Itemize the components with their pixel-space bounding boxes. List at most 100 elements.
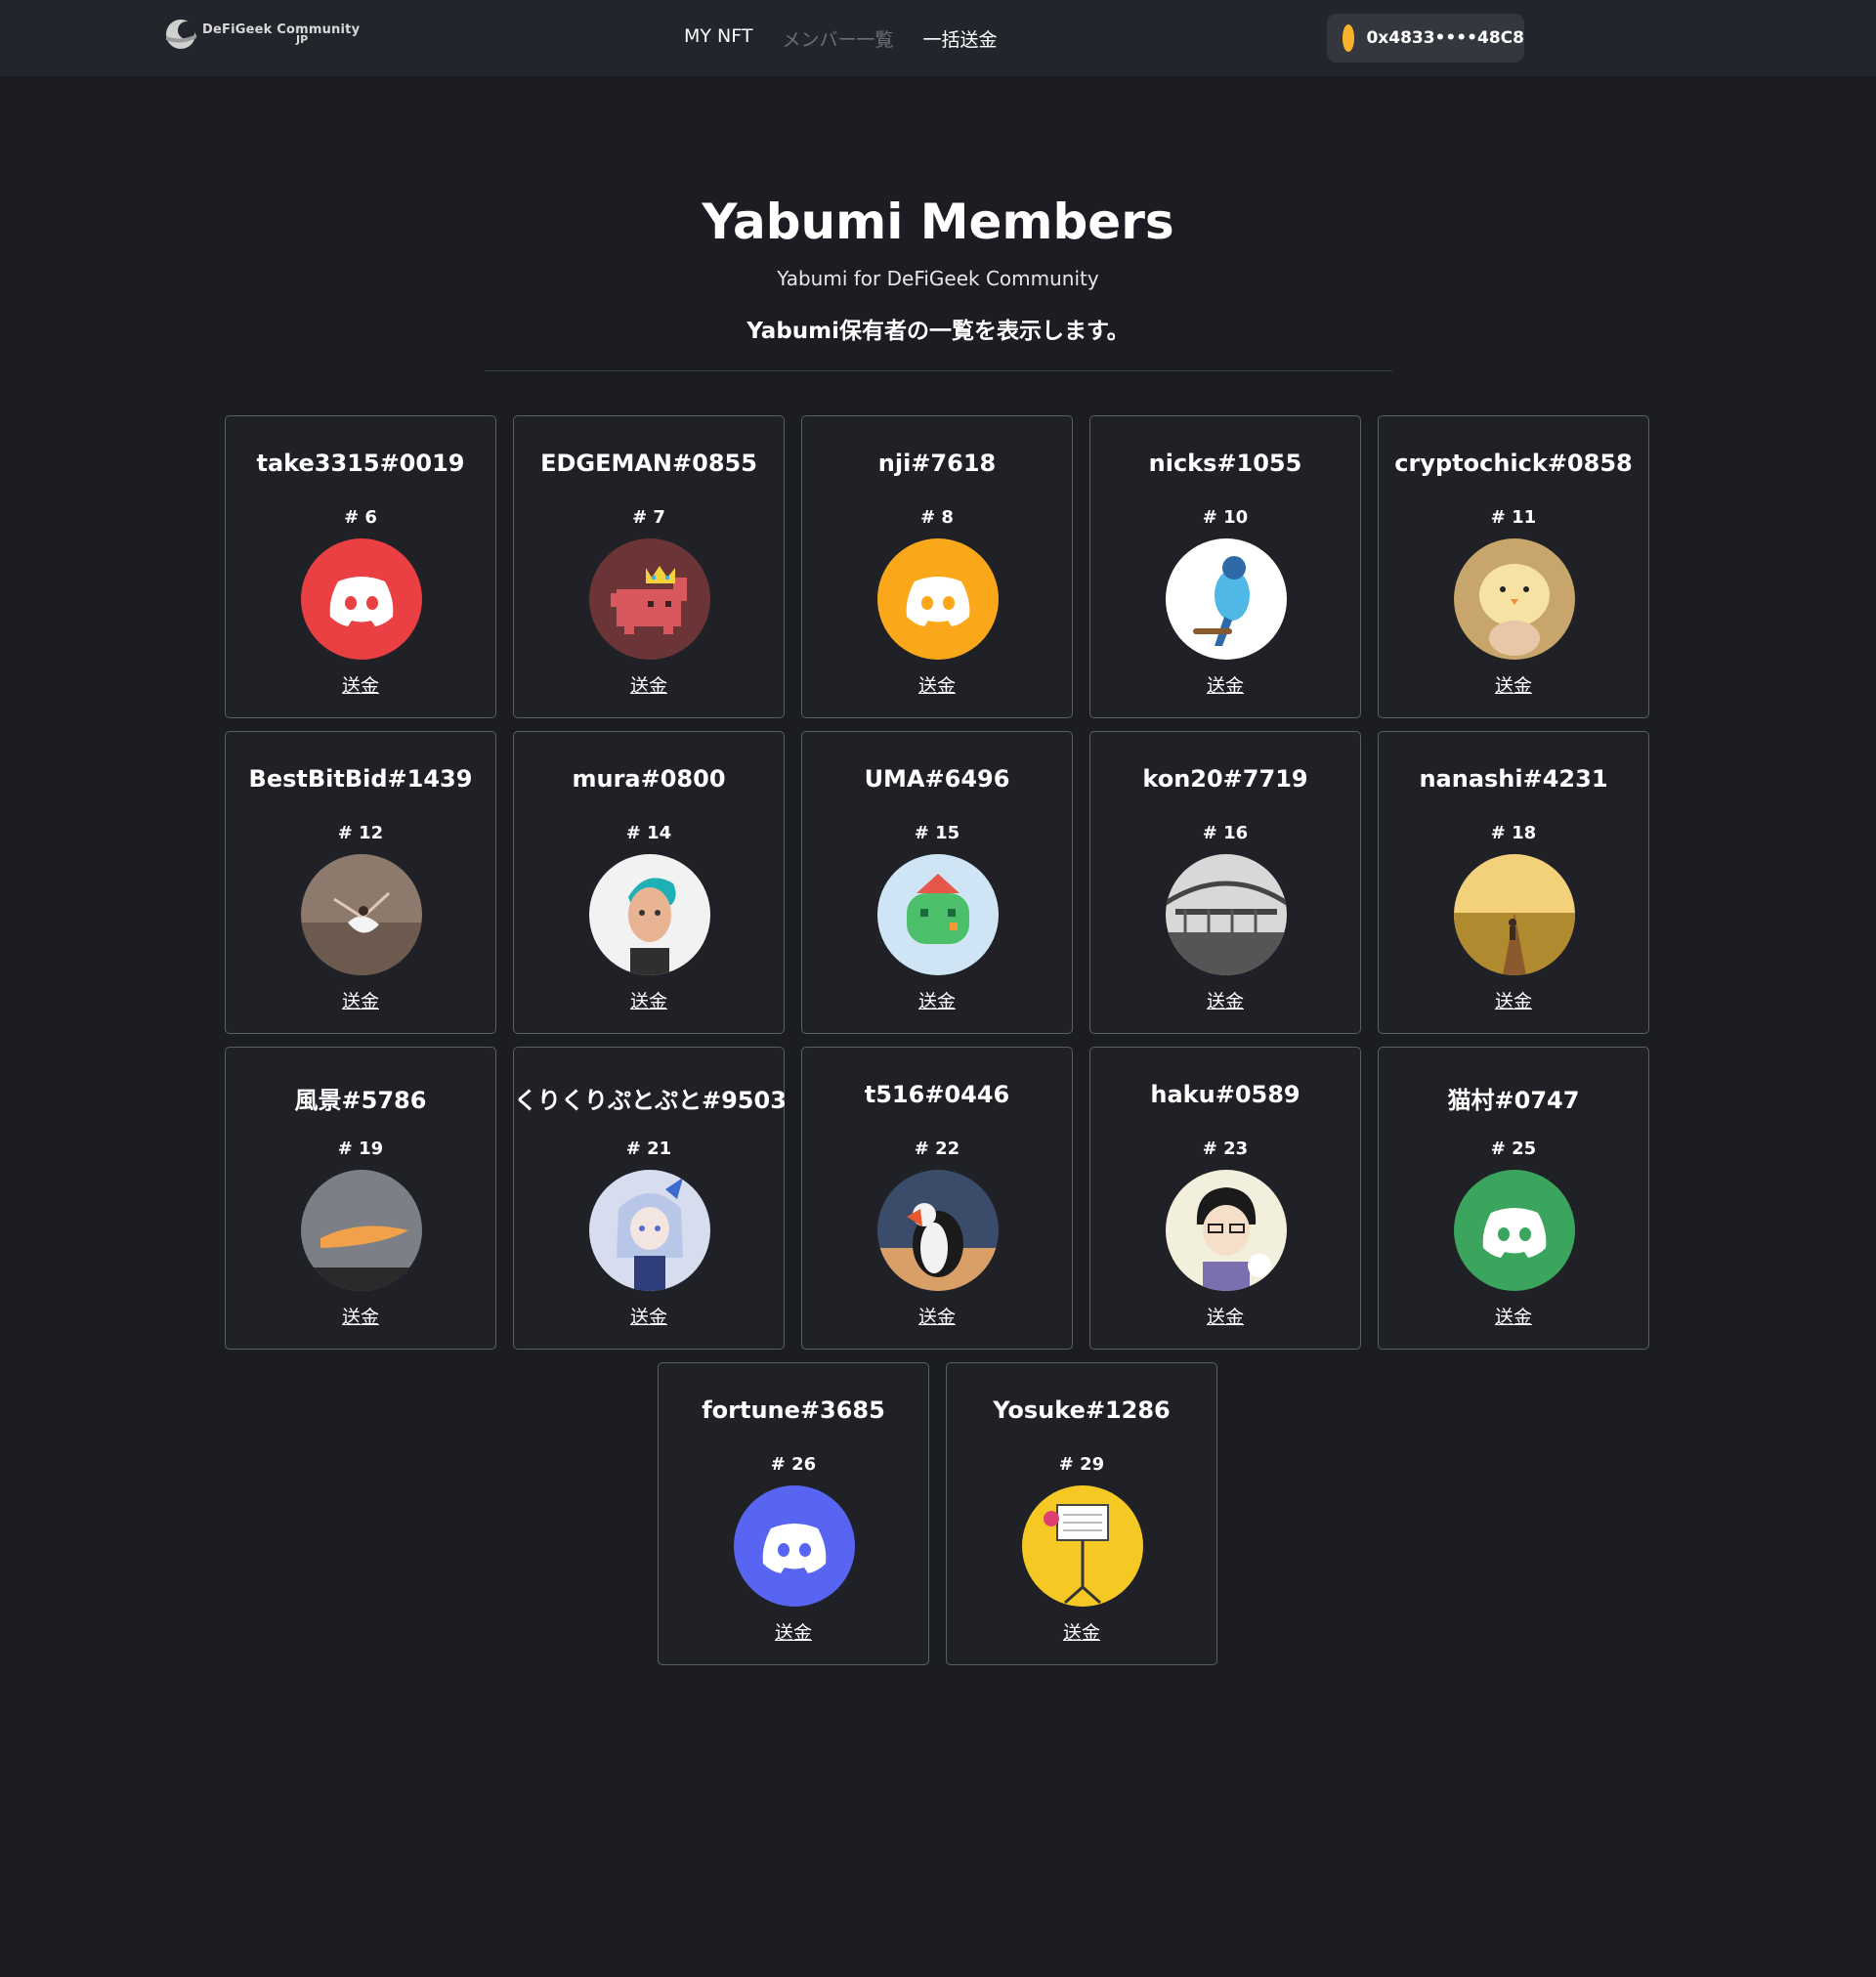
anime-boy-icon xyxy=(1166,1170,1287,1291)
member-card: kon20#7719 # 16 送金 xyxy=(1089,731,1361,1034)
send-link[interactable]: 送金 xyxy=(1379,671,1648,698)
send-link[interactable]: 送金 xyxy=(1379,1303,1648,1329)
member-card: mura#0800 # 14 送金 xyxy=(513,731,785,1034)
send-link[interactable]: 送金 xyxy=(659,1618,928,1645)
member-token-id: # 14 xyxy=(625,823,672,843)
member-token-id: # 8 xyxy=(920,507,954,528)
member-name: EDGEMAN#0855 xyxy=(540,450,757,477)
member-card: nicks#1055 # 10 送金 xyxy=(1089,415,1361,718)
member-avatar xyxy=(301,1170,422,1291)
member-card: fortune#3685 # 26 送金 xyxy=(658,1362,929,1665)
member-token-id: # 16 xyxy=(1202,823,1249,843)
member-name: Yosuke#1286 xyxy=(993,1397,1171,1424)
member-avatar xyxy=(1454,1170,1575,1291)
member-name: take3315#0019 xyxy=(256,450,465,477)
anime-girl-icon xyxy=(589,1170,710,1291)
member-card: t516#0446 # 22 送金 xyxy=(801,1047,1073,1350)
member-card: UMA#6496 # 15 送金 xyxy=(801,731,1073,1034)
member-token-id: # 29 xyxy=(1058,1454,1105,1475)
member-avatar xyxy=(1454,538,1575,660)
send-link[interactable]: 送金 xyxy=(226,987,495,1013)
member-card: nanashi#4231 # 18 送金 xyxy=(1378,731,1649,1034)
member-card: cryptochick#0858 # 11 送金 xyxy=(1378,415,1649,718)
member-token-id: # 26 xyxy=(770,1454,817,1475)
member-card: haku#0589 # 23 送金 xyxy=(1089,1047,1361,1350)
member-card: BestBitBid#1439 # 12 送金 xyxy=(225,731,496,1034)
member-token-id: # 10 xyxy=(1202,507,1249,528)
member-token-id: # 18 xyxy=(1490,823,1537,843)
send-link[interactable]: 送金 xyxy=(802,987,1072,1013)
member-avatar xyxy=(1022,1485,1143,1607)
discord-icon xyxy=(734,1485,855,1607)
member-card: 風景#5786 # 19 送金 xyxy=(225,1047,496,1350)
member-card: 猫村#0747 # 25 送金 xyxy=(1378,1047,1649,1350)
member-card: take3315#0019 # 6 送金 xyxy=(225,415,496,718)
discord-icon xyxy=(301,538,422,660)
discord-icon xyxy=(1454,1170,1575,1291)
member-name: haku#0589 xyxy=(1150,1081,1300,1108)
member-name: nanashi#4231 xyxy=(1419,765,1608,793)
send-link[interactable]: 送金 xyxy=(226,671,495,698)
member-name: fortune#3685 xyxy=(702,1397,885,1424)
parakeet-icon xyxy=(1166,538,1287,660)
member-avatar xyxy=(877,854,999,975)
member-name: nicks#1055 xyxy=(1148,450,1302,477)
send-link[interactable]: 送金 xyxy=(1090,671,1360,698)
3d-person-icon xyxy=(589,854,710,975)
member-avatar xyxy=(1166,854,1287,975)
member-token-id: # 19 xyxy=(337,1139,384,1159)
member-card: くりくりぷとぷと#9503 # 21 送金 xyxy=(513,1047,787,1350)
bridge-icon xyxy=(1166,854,1287,975)
member-avatar xyxy=(301,538,422,660)
member-card: EDGEMAN#0855 # 7 送金 xyxy=(513,415,785,718)
member-name: nji#7618 xyxy=(877,450,997,477)
member-avatar xyxy=(589,538,710,660)
member-token-id: # 6 xyxy=(344,507,377,528)
send-link[interactable]: 送金 xyxy=(514,987,784,1013)
send-link[interactable]: 送金 xyxy=(1379,987,1648,1013)
member-token-id: # 22 xyxy=(914,1139,960,1159)
send-link[interactable]: 送金 xyxy=(947,1618,1216,1645)
member-token-id: # 15 xyxy=(914,823,960,843)
send-link[interactable]: 送金 xyxy=(514,1303,784,1329)
member-avatar xyxy=(734,1485,855,1607)
member-name: くりくりぷとぷと#9503 xyxy=(514,1087,787,1114)
member-token-id: # 12 xyxy=(337,823,384,843)
pixel-cat-crown-icon xyxy=(589,538,710,660)
member-name: 風景#5786 xyxy=(294,1087,427,1114)
send-link[interactable]: 送金 xyxy=(802,671,1072,698)
member-name: mura#0800 xyxy=(572,765,726,793)
member-grid: take3315#0019 # 6 送金 EDGEMAN#0855 # 7 送金… xyxy=(0,0,1876,1977)
member-avatar xyxy=(589,854,710,975)
member-token-id: # 23 xyxy=(1202,1139,1249,1159)
ballerina-icon xyxy=(301,854,422,975)
member-name: UMA#6496 xyxy=(864,765,1010,793)
member-name: cryptochick#0858 xyxy=(1394,450,1633,477)
music-stand-icon xyxy=(1022,1485,1143,1607)
member-card: Yosuke#1286 # 29 送金 xyxy=(946,1362,1217,1665)
pixel-creature-icon xyxy=(877,854,999,975)
member-token-id: # 21 xyxy=(625,1139,672,1159)
chick-icon xyxy=(1454,538,1575,660)
member-avatar xyxy=(589,1170,710,1291)
member-avatar xyxy=(301,854,422,975)
member-name: kon20#7719 xyxy=(1142,765,1308,793)
member-name: BestBitBid#1439 xyxy=(248,765,473,793)
send-link[interactable]: 送金 xyxy=(1090,987,1360,1013)
sunset-path-icon xyxy=(1454,854,1575,975)
member-token-id: # 7 xyxy=(632,507,665,528)
member-avatar xyxy=(1166,538,1287,660)
member-avatar xyxy=(1166,1170,1287,1291)
member-card: nji#7618 # 8 送金 xyxy=(801,415,1073,718)
send-link[interactable]: 送金 xyxy=(514,671,784,698)
send-link[interactable]: 送金 xyxy=(1090,1303,1360,1329)
member-token-id: # 11 xyxy=(1490,507,1537,528)
send-link[interactable]: 送金 xyxy=(226,1303,495,1329)
member-token-id: # 25 xyxy=(1490,1139,1537,1159)
member-avatar xyxy=(877,538,999,660)
send-link[interactable]: 送金 xyxy=(802,1303,1072,1329)
member-avatar xyxy=(877,1170,999,1291)
sky-icon xyxy=(301,1170,422,1291)
member-name: t516#0446 xyxy=(864,1081,1010,1108)
member-name: 猫村#0747 xyxy=(1447,1087,1580,1114)
